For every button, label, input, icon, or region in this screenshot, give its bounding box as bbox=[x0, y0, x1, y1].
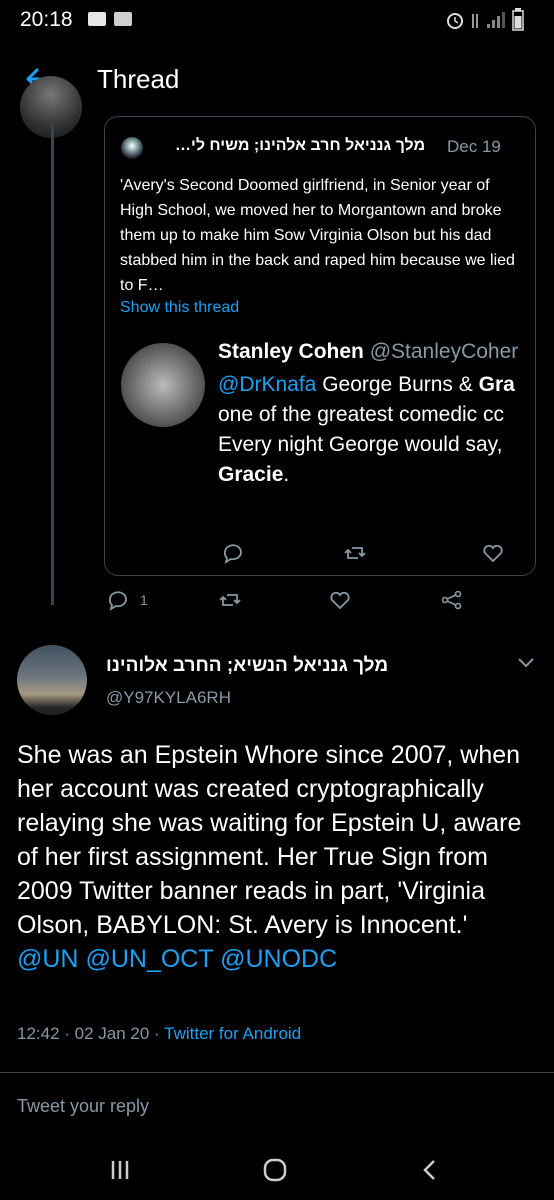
mention-link-un[interactable]: @UN bbox=[17, 945, 79, 973]
mention-link-un-oct[interactable]: @UN_OCT bbox=[85, 945, 213, 973]
home-icon[interactable] bbox=[262, 1158, 288, 1182]
alarm-icon bbox=[447, 13, 463, 29]
chevron-down-icon[interactable] bbox=[516, 655, 536, 671]
inner-line4-end: . bbox=[283, 463, 290, 486]
inner-line2: one of the greatest comedic cc bbox=[218, 403, 504, 426]
youtube-notification-icon bbox=[88, 12, 106, 26]
inner-author-handle: @StanleyCoher bbox=[369, 340, 519, 363]
reply-input[interactable]: Tweet your reply bbox=[17, 1096, 149, 1117]
data-icon bbox=[472, 14, 478, 28]
inner-quote-text: @DrKnafa George Burns & Gra one of the g… bbox=[218, 370, 535, 490]
status-time: 20:18 bbox=[20, 8, 73, 31]
thread-connector-line bbox=[51, 125, 54, 605]
quote-text: 'Avery's Second Doomed girlfriend, in Se… bbox=[120, 177, 515, 294]
quoted-tweet-card[interactable]: מלך גנניאל חרב אלהינו; משיח לי… Dec 19 '… bbox=[104, 116, 536, 576]
inner-reply-icon[interactable] bbox=[221, 541, 245, 565]
inner-like-icon[interactable] bbox=[481, 541, 505, 565]
signal-icon bbox=[487, 12, 505, 28]
reply-icon[interactable] bbox=[106, 588, 130, 612]
quote-author-avatar[interactable] bbox=[121, 137, 143, 159]
tweet-meta: 12:42 · 02 Jan 20 · Twitter for Android bbox=[17, 1024, 301, 1044]
inner-line4-bold: Gracie bbox=[218, 463, 284, 486]
inner-author-name: Stanley Cohen bbox=[218, 340, 364, 363]
divider bbox=[0, 1072, 554, 1073]
header: Thread bbox=[0, 44, 554, 114]
page-title: Thread bbox=[97, 64, 180, 94]
gallery-notification-icon bbox=[114, 12, 132, 26]
retweet-icon[interactable] bbox=[218, 588, 242, 612]
tweet-timestamp: 12:42 · 02 Jan 20 · bbox=[17, 1024, 165, 1043]
main-author-name: מלך גנניאל הנשיא; החרב אלוהינו bbox=[106, 655, 389, 676]
quote-author-name: מלך גנניאל חרב אלהינו; משיח לי… bbox=[175, 137, 426, 154]
inner-quote-avatar[interactable] bbox=[121, 343, 205, 427]
like-icon[interactable] bbox=[328, 588, 352, 612]
mention-link-unodc[interactable]: @UNODC bbox=[220, 945, 337, 973]
battery-icon bbox=[512, 8, 524, 31]
main-author-handle: @Y97KYLA6RH bbox=[106, 688, 231, 707]
share-icon[interactable] bbox=[440, 588, 464, 612]
inner-line3: Every night George would say, bbox=[218, 433, 503, 456]
system-nav-bar bbox=[0, 1140, 554, 1200]
inner-line1-bold: Gra bbox=[478, 373, 515, 396]
main-author-avatar[interactable] bbox=[17, 645, 87, 715]
inner-retweet-icon[interactable] bbox=[343, 541, 367, 565]
tweet-client-link[interactable]: Twitter for Android bbox=[164, 1024, 301, 1043]
inner-mention-link[interactable]: @DrKnafa bbox=[218, 373, 316, 396]
reply-count: 1 bbox=[140, 592, 148, 608]
main-tweet-body: She was an Epstein Whore since 2007, whe… bbox=[17, 741, 522, 939]
recent-apps-icon[interactable] bbox=[108, 1158, 132, 1182]
show-thread-link[interactable]: Show this thread bbox=[120, 299, 239, 317]
back-icon[interactable] bbox=[420, 1158, 440, 1182]
inner-line1: George Burns & bbox=[316, 373, 479, 396]
inner-quote-author: Stanley Cohen @StanleyCoher bbox=[218, 340, 518, 364]
status-bar: 20:18 bbox=[0, 0, 554, 44]
quote-date: Dec 19 bbox=[447, 137, 501, 156]
main-tweet-text: She was an Epstein Whore since 2007, whe… bbox=[17, 738, 542, 976]
